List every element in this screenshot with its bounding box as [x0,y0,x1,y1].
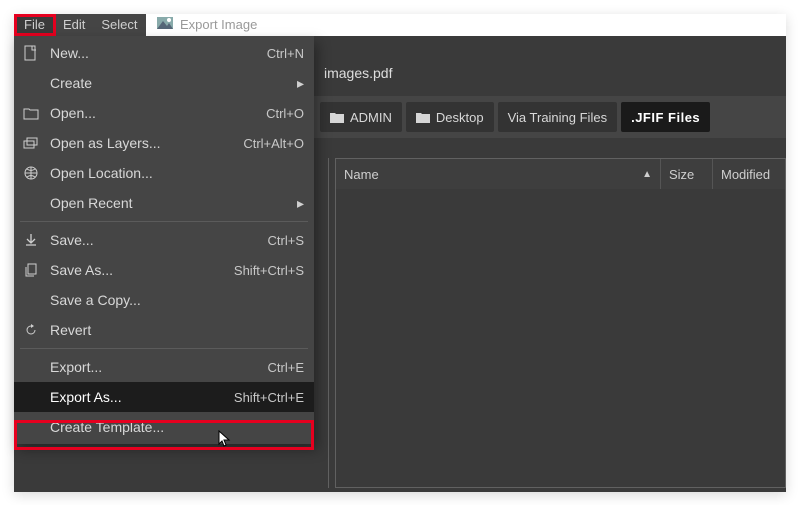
menu-label: Revert [50,322,304,338]
menu-label: Open as Layers... [50,135,235,151]
menu-item-save-as[interactable]: Save As... Shift+Ctrl+S [14,255,314,285]
menu-item-new[interactable]: New... Ctrl+N [14,38,314,68]
open-folder-icon [20,104,42,122]
dialog-filename-row: images.pdf [314,56,786,90]
menu-item-create-template[interactable]: Create Template... [14,412,314,442]
blank-icon [20,291,42,309]
globe-icon [20,164,42,182]
menu-label: Create [50,75,284,91]
menu-file[interactable]: File [14,14,55,36]
menu-separator [20,348,308,349]
blank-icon [20,418,42,436]
menu-accel: Ctrl+O [266,106,304,121]
blank-icon [20,74,42,92]
menu-accel: Shift+Ctrl+S [234,263,304,278]
menu-item-save-copy[interactable]: Save a Copy... [14,285,314,315]
menu-label: New... [50,45,259,61]
new-file-icon [20,44,42,62]
filename-field[interactable]: images.pdf [314,65,392,81]
menubar: File Edit Select [14,14,146,36]
menu-label: Export... [50,359,260,375]
menu-item-open-location[interactable]: Open Location... [14,158,314,188]
save-icon [20,231,42,249]
window-frame: File Edit Select Export Image images.pdf… [0,0,800,505]
breadcrumb-label: ADMIN [350,110,392,125]
menu-item-open[interactable]: Open... Ctrl+O [14,98,314,128]
file-list-header: Name ▲ Size Modified [336,159,785,189]
breadcrumb-via-training[interactable]: Via Training Files [498,102,617,132]
breadcrumb-admin[interactable]: ADMIN [320,102,402,132]
menu-label: Open Location... [50,165,304,181]
menu-accel: Shift+Ctrl+E [234,390,304,405]
menu-accel: Ctrl+Alt+O [243,136,304,151]
menu-item-open-layers[interactable]: Open as Layers... Ctrl+Alt+O [14,128,314,158]
folder-icon [416,111,430,123]
blank-icon [20,388,42,406]
submenu-arrow-icon: ▸ [292,195,304,212]
column-label: Name [344,167,379,182]
column-size[interactable]: Size [661,159,713,189]
menu-item-export-as[interactable]: Export As... Shift+Ctrl+E [14,382,314,412]
menu-item-open-recent[interactable]: Open Recent ▸ [14,188,314,218]
menu-label: Save a Copy... [50,292,304,308]
menu-item-create[interactable]: Create ▸ [14,68,314,98]
menu-label: Create Template... [50,419,304,435]
menu-label: Save As... [50,262,226,278]
breadcrumb-desktop[interactable]: Desktop [406,102,494,132]
export-image-icon [157,15,173,31]
file-list[interactable]: Name ▲ Size Modified [335,158,786,488]
breadcrumb-label: Desktop [436,110,484,125]
dialog-pathbar: ADMIN Desktop Via Training Files .JFIF F… [314,96,786,138]
menu-accel: Ctrl+N [267,46,304,61]
menu-label: Open... [50,105,258,121]
column-name[interactable]: Name ▲ [336,159,661,189]
breadcrumb-label: Via Training Files [508,110,607,125]
layers-icon [20,134,42,152]
menu-item-revert[interactable]: Revert [14,315,314,345]
blank-icon [20,358,42,376]
revert-icon [20,321,42,339]
file-dropdown-menu: New... Ctrl+N Create ▸ Open... Ctrl+O Op… [14,36,314,444]
blank-icon [20,194,42,212]
save-as-icon [20,261,42,279]
panel-divider [328,158,331,488]
menu-accel: Ctrl+E [268,360,304,375]
menu-item-save[interactable]: Save... Ctrl+S [14,225,314,255]
window-title: Export Image [180,17,257,32]
menu-item-export[interactable]: Export... Ctrl+E [14,352,314,382]
menu-label: Export As... [50,389,226,405]
menu-label: Open Recent [50,195,284,211]
sort-asc-icon: ▲ [642,169,652,180]
menu-separator [20,221,308,222]
column-label: Size [669,167,694,182]
column-modified[interactable]: Modified [713,159,785,189]
column-label: Modified [721,167,770,182]
breadcrumb-label: .JFIF Files [631,110,700,125]
breadcrumb-jfif[interactable]: .JFIF Files [621,102,710,132]
menu-edit[interactable]: Edit [55,14,93,36]
folder-icon [330,111,344,123]
menu-accel: Ctrl+S [268,233,304,248]
menu-label: Save... [50,232,260,248]
menu-select[interactable]: Select [93,14,145,36]
submenu-arrow-icon: ▸ [292,75,304,92]
